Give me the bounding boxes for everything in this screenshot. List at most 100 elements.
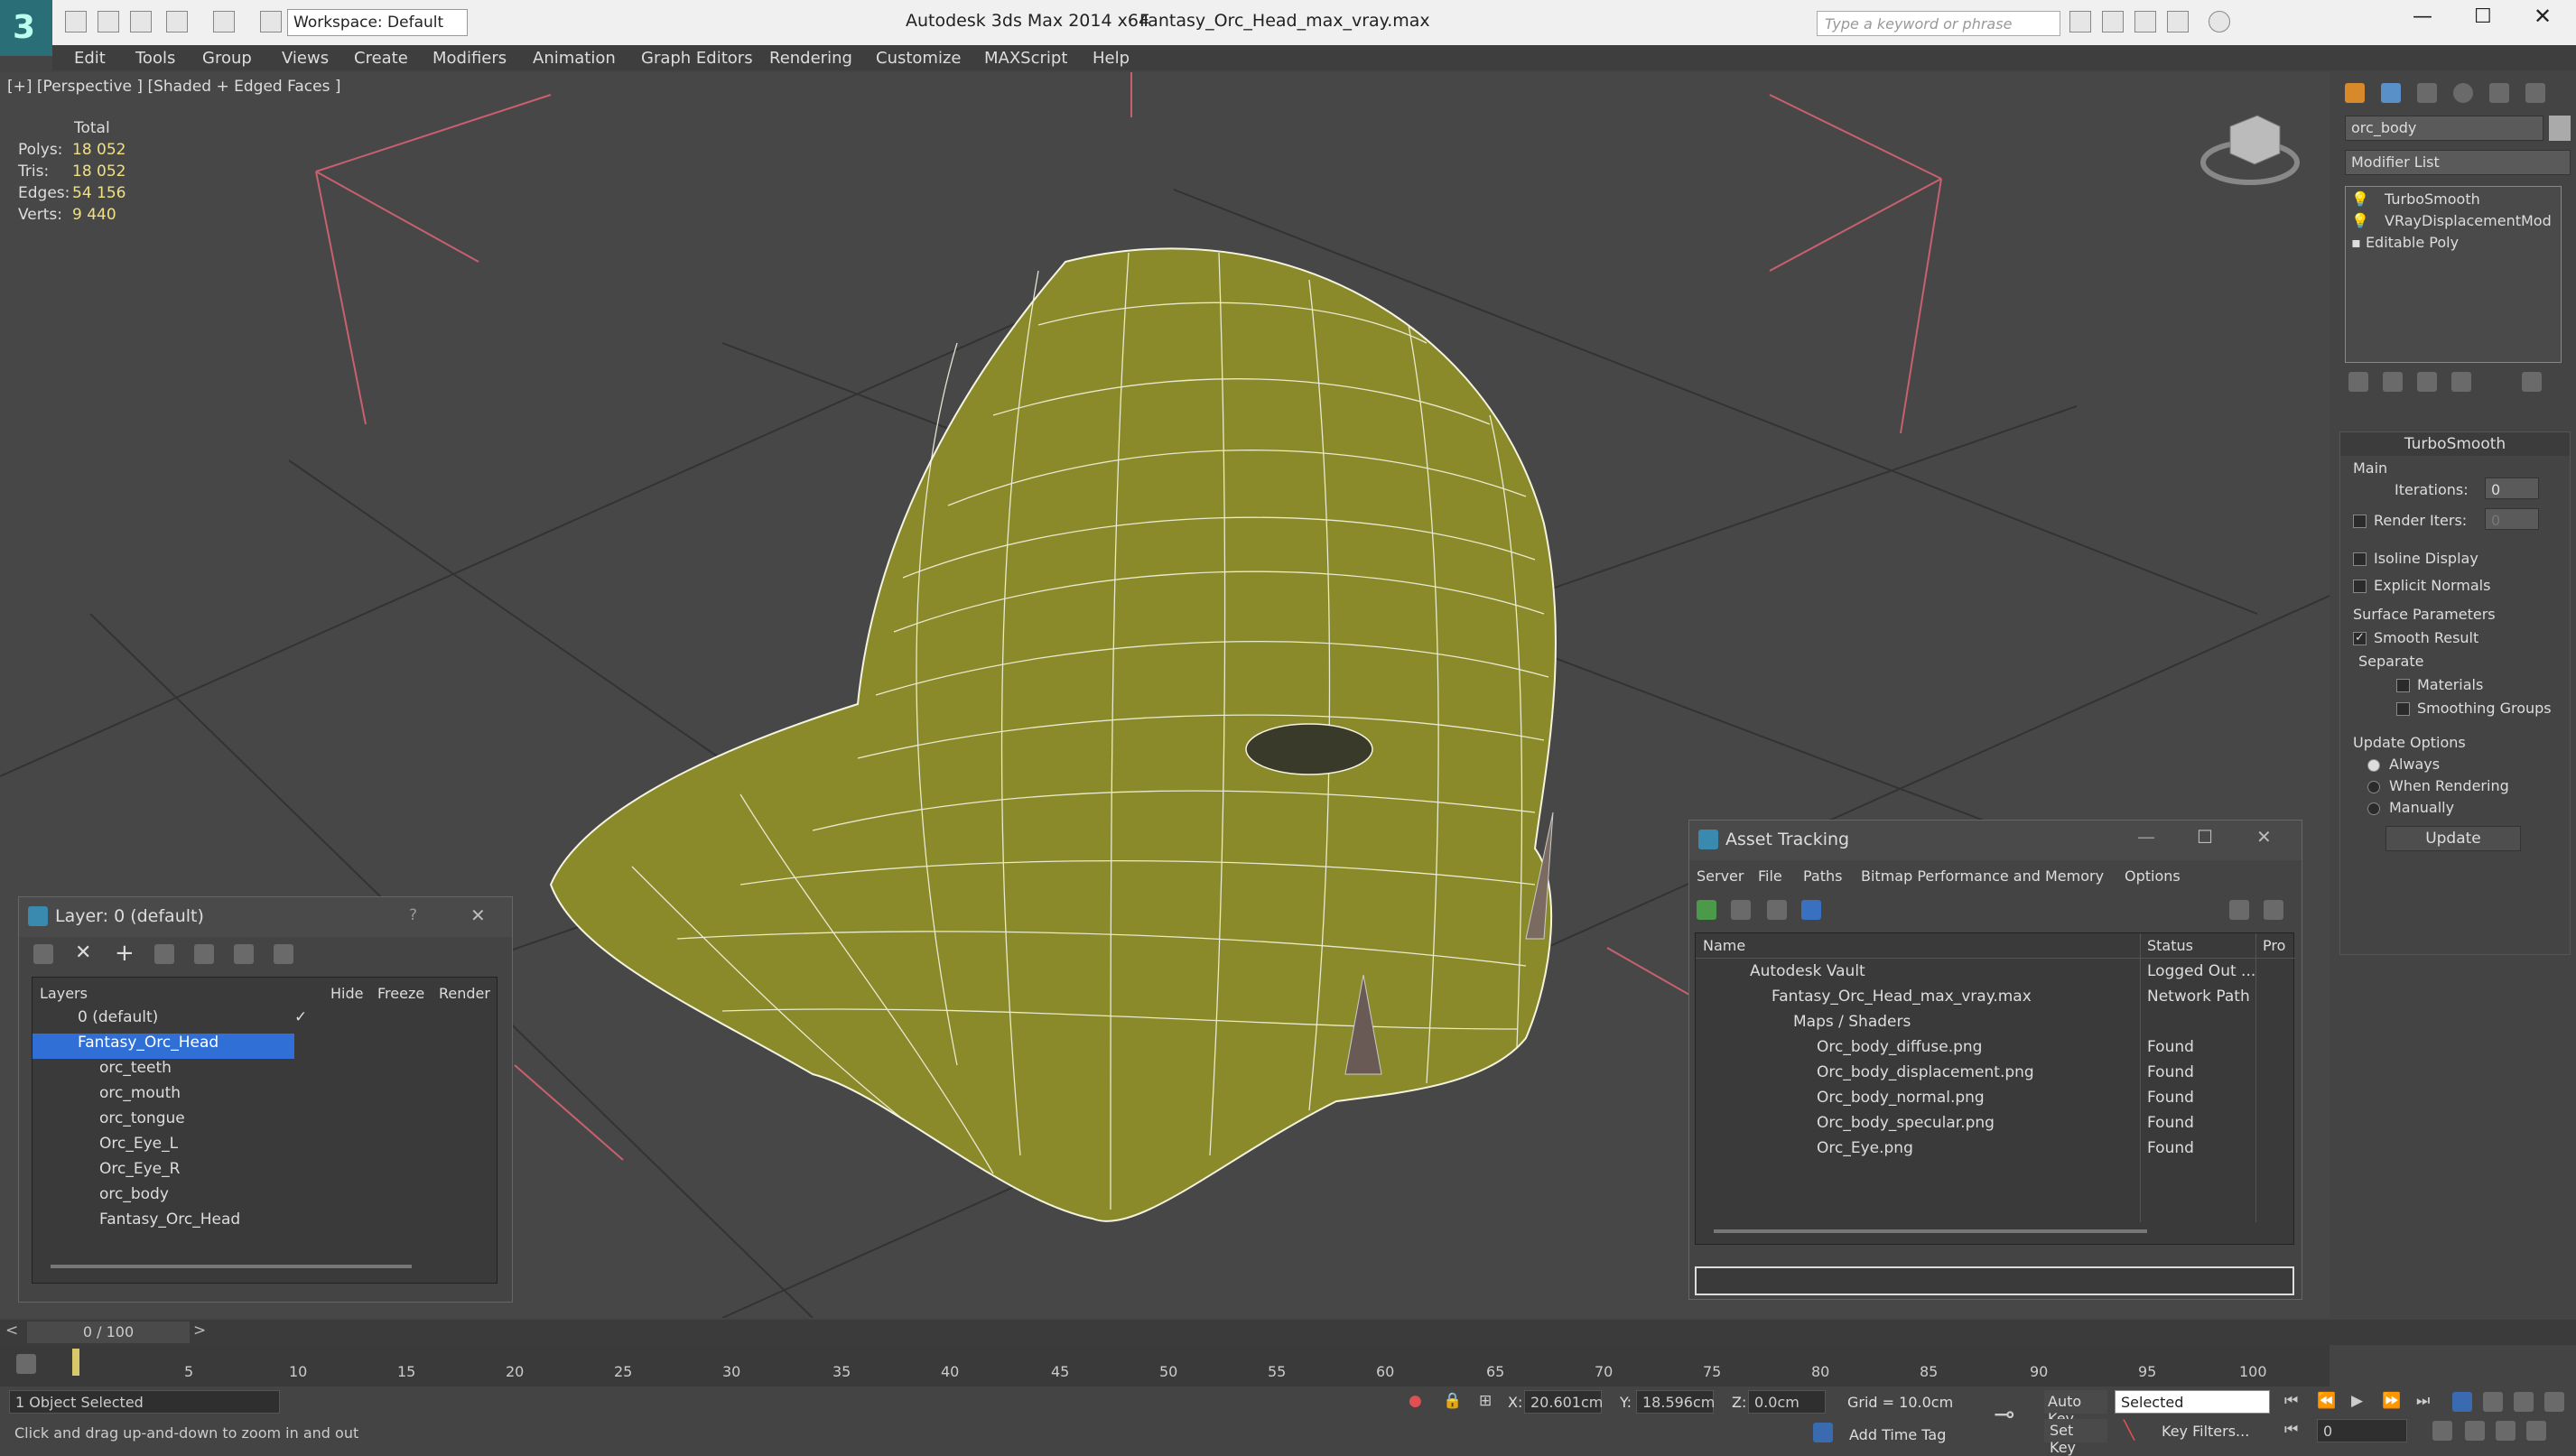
stack-item-editable-poly[interactable]: ▪ Editable Poly (2351, 234, 2459, 251)
create-tab-icon[interactable] (2345, 83, 2365, 103)
set-key-button[interactable]: Set Key (2044, 1419, 2107, 1456)
asset-row[interactable]: Fantasy_Orc_Head_max_vray.max Network Pat… (1696, 988, 2295, 1013)
pan-view-icon[interactable] (2496, 1421, 2516, 1441)
isoline-row[interactable]: Isoline Display (2353, 550, 2478, 567)
asset-menu-options[interactable]: Options (2125, 867, 2181, 885)
next-frame-icon[interactable]: > (193, 1322, 206, 1340)
modify-tab-icon[interactable] (2381, 83, 2401, 103)
current-frame-field[interactable]: 0 (2317, 1419, 2407, 1442)
smooth-result-checkbox[interactable]: ✓ (2353, 632, 2367, 645)
asset-row[interactable]: Orc_body_displacement.png Found (1696, 1063, 2295, 1089)
explicit-normals-row[interactable]: Explicit Normals (2353, 577, 2490, 594)
refresh-icon[interactable] (1697, 900, 1716, 920)
menu-edit[interactable]: Edit (74, 49, 106, 68)
col-hide[interactable]: Hide (330, 985, 363, 1002)
manually-radio[interactable] (2367, 802, 2380, 815)
maximize-icon[interactable]: ☐ (2474, 5, 2492, 28)
explicit-normals-checkbox[interactable] (2353, 580, 2367, 593)
binoculars-icon[interactable] (2069, 11, 2091, 32)
highlight-layer-icon[interactable] (194, 944, 214, 964)
viewcube-icon[interactable] (2200, 115, 2300, 185)
minimize-icon[interactable]: — (2413, 5, 2432, 28)
search-input[interactable]: Type a keyword or phrase (1817, 11, 2060, 36)
key-filter-dropdown[interactable]: Selected (2115, 1390, 2270, 1414)
close-icon[interactable]: ✕ (2256, 826, 2272, 848)
time-config-icon[interactable] (2432, 1421, 2452, 1441)
col-status[interactable]: Status (2147, 937, 2193, 954)
col-freeze[interactable]: Freeze (377, 985, 424, 1002)
frame-indicator[interactable]: 0 / 100 (27, 1322, 190, 1343)
object-name-field[interactable]: orc_body (2345, 116, 2543, 141)
pin-stack-icon[interactable] (2348, 372, 2368, 392)
menu-animation[interactable]: Animation (533, 49, 616, 68)
smoothing-groups-checkbox[interactable] (2396, 702, 2410, 716)
prev-key-icon[interactable]: ⏪ (2317, 1392, 2336, 1410)
add-to-layer-icon[interactable]: + (115, 941, 135, 965)
materials-checkbox[interactable] (2396, 679, 2410, 692)
create-layer-icon[interactable] (33, 944, 53, 964)
col-name[interactable]: Name (1703, 937, 1745, 954)
stack-item-turbosmooth[interactable]: 💡 TurboSmooth (2351, 190, 2480, 208)
asset-menu-server[interactable]: Server (1697, 867, 1744, 885)
col-pro[interactable]: Pro (2263, 937, 2285, 954)
asset-row[interactable]: Autodesk Vault Logged Out ... (1696, 962, 2295, 988)
layer-row[interactable]: orc_teeth (33, 1059, 498, 1084)
always-row[interactable]: Always (2367, 756, 2440, 773)
viewport-label[interactable]: [+] [Perspective ] [Shaded + Edged Faces… (7, 78, 340, 96)
layer-row[interactable]: orc_body (33, 1185, 498, 1210)
play-icon[interactable]: ▶ (2351, 1392, 2363, 1410)
materials-row[interactable]: Materials (2396, 676, 2483, 693)
set-key-mode-icon[interactable]: ⊸ (1994, 1399, 2014, 1429)
key-filters-button[interactable]: Key Filters... (2156, 1419, 2255, 1443)
when-rendering-radio[interactable] (2367, 780, 2380, 793)
layer-scrollbar[interactable] (51, 1265, 412, 1268)
close-icon[interactable]: ✕ (470, 904, 486, 926)
select-objects-icon[interactable] (154, 944, 174, 964)
save-file-icon[interactable] (130, 11, 152, 32)
asset-scrollbar[interactable] (1714, 1229, 2147, 1233)
make-unique-icon[interactable] (2417, 372, 2437, 392)
time-slider[interactable]: < 0 / 100 > (0, 1320, 2576, 1345)
iterations-spinner[interactable]: 0 (2485, 478, 2539, 499)
show-end-result-icon[interactable] (2383, 372, 2403, 392)
menu-maxscript[interactable]: MAXScript (984, 49, 1067, 68)
workspace-dropdown[interactable]: Workspace: Default (287, 9, 468, 36)
selection-lock-icon[interactable]: 🔒 (1443, 1392, 1462, 1410)
asset-row[interactable]: Orc_body_normal.png Found (1696, 1089, 2295, 1114)
col-layers[interactable]: Layers (40, 985, 88, 1002)
when-rendering-row[interactable]: When Rendering (2367, 777, 2509, 794)
freeze-all-icon[interactable] (274, 944, 293, 964)
zoom-icon[interactable] (2452, 1392, 2472, 1412)
key-mode-icon[interactable]: ⏮ (2284, 1421, 2298, 1439)
isoline-checkbox[interactable] (2353, 552, 2367, 566)
y-coordinate-field[interactable]: 18.596cm (1636, 1390, 1715, 1414)
always-radio[interactable] (2367, 758, 2380, 772)
communication-icon[interactable] (2134, 11, 2156, 32)
table-view-icon[interactable] (1801, 900, 1821, 920)
isolate-selection-icon[interactable]: ● (1409, 1392, 1422, 1410)
layer-row-selected[interactable]: Fantasy_Orc_Head (33, 1034, 294, 1059)
time-tag-icon[interactable] (1813, 1423, 1833, 1442)
layer-row[interactable]: orc_mouth (33, 1084, 498, 1109)
render-iters-spinner[interactable]: 0 (2485, 508, 2539, 530)
layer-row[interactable]: Orc_Eye_L (33, 1135, 498, 1160)
smoothing-groups-row[interactable]: Smoothing Groups (2396, 700, 2552, 717)
thumbnail-view-icon[interactable] (1767, 900, 1787, 920)
manually-row[interactable]: Manually (2367, 799, 2454, 816)
new-file-icon[interactable] (65, 11, 87, 32)
z-coordinate-field[interactable]: 0.0cm (1748, 1390, 1826, 1414)
asset-menu-bitmap[interactable]: Bitmap Performance and Memory (1861, 867, 2104, 885)
track-bar[interactable]: 5 10 15 20 25 30 35 40 45 50 55 60 65 70… (0, 1345, 2330, 1386)
open-file-icon[interactable] (98, 11, 119, 32)
hierarchy-tab-icon[interactable] (2417, 83, 2437, 103)
active-layer-check-icon[interactable]: ✓ (294, 1008, 307, 1026)
time-cursor[interactable] (72, 1349, 79, 1376)
zoom-extents-icon[interactable] (2514, 1392, 2534, 1412)
absolute-mode-icon[interactable]: ⊞ (1479, 1392, 1492, 1410)
render-iters-row[interactable]: Render Iters: (2353, 512, 2467, 529)
layer-row[interactable]: orc_tongue (33, 1109, 498, 1135)
rollout-title[interactable]: TurboSmooth (2340, 432, 2570, 456)
layer-row[interactable]: 0 (default) ✓ (33, 1008, 498, 1034)
object-color-swatch[interactable] (2549, 116, 2571, 141)
x-coordinate-field[interactable]: 20.601cm (1524, 1390, 1603, 1414)
